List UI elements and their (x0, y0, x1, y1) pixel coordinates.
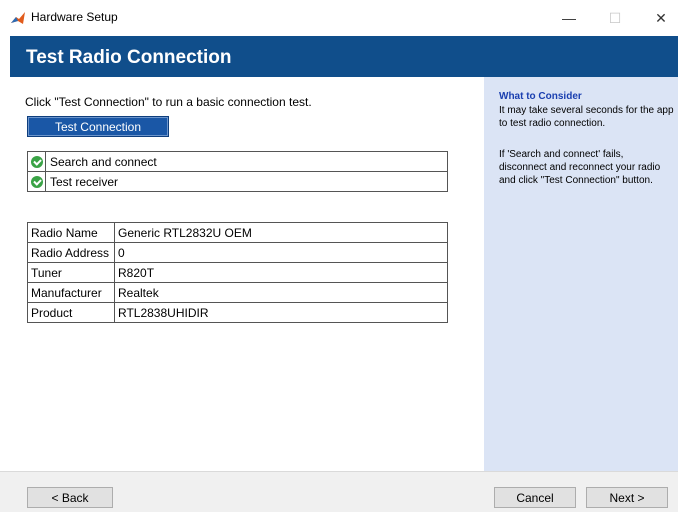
info-key: Radio Address (27, 242, 115, 263)
window-title: Hardware Setup (31, 10, 118, 24)
table-row: Tuner R820T (27, 262, 448, 283)
table-row: Radio Name Generic RTL2832U OEM (27, 222, 448, 243)
status-row: Search and connect (27, 151, 448, 172)
info-value: RTL2838UHIDIR (114, 302, 448, 323)
table-row: Radio Address 0 (27, 242, 448, 263)
info-value: R820T (114, 262, 448, 283)
main-panel: Click "Test Connection" to run a basic c… (10, 77, 484, 471)
info-key: Radio Name (27, 222, 115, 243)
help-panel: What to Consider It may take several sec… (484, 77, 678, 471)
status-table: Search and connect Test receiver (27, 151, 448, 192)
window-titlebar: Hardware Setup — ☐ ✕ (0, 0, 678, 36)
status-row: Test receiver (27, 171, 448, 192)
info-value: Realtek (114, 282, 448, 303)
info-key: Manufacturer (27, 282, 115, 303)
info-value: 0 (114, 242, 448, 263)
check-circle-icon (31, 156, 43, 169)
status-label: Search and connect (45, 151, 448, 172)
help-paragraph: If 'Search and connect' fails, disconnec… (499, 149, 661, 186)
info-value: Generic RTL2832U OEM (114, 222, 448, 243)
info-key: Tuner (27, 262, 115, 283)
next-button[interactable]: Next > (586, 487, 668, 508)
page-banner: Test Radio Connection (10, 36, 678, 77)
maximize-button[interactable]: ☐ (592, 0, 638, 36)
test-connection-button[interactable]: Test Connection (27, 116, 169, 137)
back-button[interactable]: < Back (27, 487, 113, 508)
help-paragraph: It may take several seconds for the app … (499, 105, 674, 129)
page-title: Test Radio Connection (26, 47, 232, 68)
radio-info-table: Radio Name Generic RTL2832U OEM Radio Ad… (27, 222, 448, 323)
info-key: Product (27, 302, 115, 323)
close-button[interactable]: ✕ (638, 0, 678, 36)
footer-bar: < Back Cancel Next > (0, 471, 678, 512)
table-row: Manufacturer Realtek (27, 282, 448, 303)
help-heading: What to Consider (499, 91, 582, 102)
minimize-button[interactable]: — (546, 0, 592, 36)
status-label: Test receiver (45, 171, 448, 192)
check-circle-icon (31, 176, 43, 189)
cancel-button[interactable]: Cancel (494, 487, 576, 508)
table-row: Product RTL2838UHIDIR (27, 302, 448, 323)
matlab-logo-icon (11, 12, 25, 24)
instruction-text: Click "Test Connection" to run a basic c… (25, 95, 312, 109)
